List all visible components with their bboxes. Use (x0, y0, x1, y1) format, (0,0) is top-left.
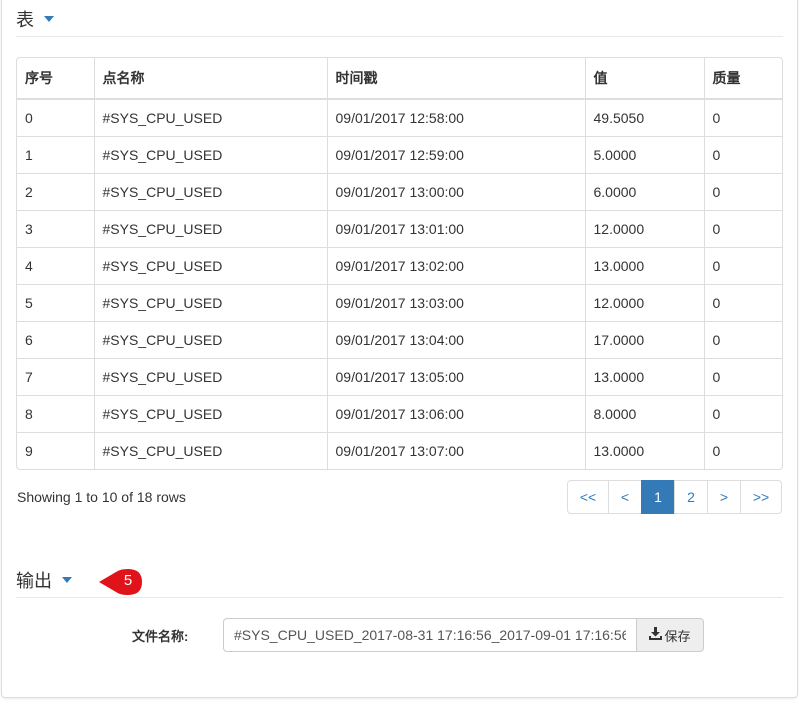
cell-timestamp: 09/01/2017 13:06:00 (327, 395, 586, 433)
cell-point-name: #SYS_CPU_USED (94, 99, 328, 137)
table-header-row: 序号 点名称 时间戳 值 质量 (17, 58, 782, 100)
cell-value: 49.5050 (585, 99, 705, 137)
cell-quality: 0 (704, 395, 782, 433)
cell-point-name: #SYS_CPU_USED (94, 432, 328, 469)
cell-value: 8.0000 (585, 395, 705, 433)
cell-point-name: #SYS_CPU_USED (94, 395, 328, 433)
cell-timestamp: 09/01/2017 13:05:00 (327, 358, 586, 396)
table-section-title: 表 (16, 10, 34, 30)
cell-quality: 0 (704, 358, 782, 396)
step-badge: 5 (98, 568, 144, 596)
cell-point-name: #SYS_CPU_USED (94, 358, 328, 396)
cell-quality: 0 (704, 284, 782, 322)
file-name-label: 文件名称: (132, 629, 189, 644)
cell-value: 6.0000 (585, 173, 705, 211)
column-header-quality[interactable]: 质量 (704, 58, 782, 100)
cell-quality: 0 (704, 321, 782, 359)
cell-value: 12.0000 (585, 284, 705, 322)
cell-index: 8 (17, 395, 95, 433)
table-section-header: 表 (16, 6, 54, 32)
table-row: 7 #SYS_CPU_USED 09/01/2017 13:05:00 13.0000… (17, 358, 782, 396)
data-table: 序号 点名称 时间戳 值 质量 0 #SYS_CPU_USED 09/01/2017… (16, 57, 783, 470)
cell-timestamp: 09/01/2017 13:07:00 (327, 432, 586, 469)
save-button-label: 保存 (664, 628, 691, 644)
cell-timestamp: 09/01/2017 13:01:00 (327, 210, 586, 248)
table-row: 0 #SYS_CPU_USED 09/01/2017 12:58:00 49.5050… (17, 99, 782, 137)
cell-timestamp: 09/01/2017 12:59:00 (327, 136, 586, 174)
caret-down-icon[interactable] (44, 16, 54, 22)
cell-point-name: #SYS_CPU_USED (94, 136, 328, 174)
cell-timestamp: 09/01/2017 13:03:00 (327, 284, 586, 322)
column-header-timestamp[interactable]: 时间戳 (327, 58, 586, 100)
table-row: 8 #SYS_CPU_USED 09/01/2017 13:06:00 8.0000 0 (17, 395, 782, 433)
cell-index: 6 (17, 321, 95, 359)
cell-value: 5.0000 (585, 136, 705, 174)
cell-quality: 0 (704, 173, 782, 211)
pagination: << <1 2 > >> (567, 480, 782, 514)
cell-quality: 0 (704, 210, 782, 248)
cell-index: 9 (17, 432, 95, 469)
table-summary: Showing 1 to 10 of 18 rows (17, 489, 186, 505)
cell-quality: 0 (704, 99, 782, 137)
table-row: 4 #SYS_CPU_USED 09/01/2017 13:02:00 13.0000… (17, 247, 782, 285)
cell-index: 4 (17, 247, 95, 285)
cell-index: 3 (17, 210, 95, 248)
column-header-point-name[interactable]: 点名称 (94, 58, 328, 100)
output-section-title: 输出 (16, 571, 52, 591)
column-header-value[interactable]: 值 (585, 58, 705, 100)
column-header-index[interactable]: 序号 (17, 58, 95, 100)
cell-point-name: #SYS_CPU_USED (94, 247, 328, 285)
page-last-button[interactable]: >> (740, 480, 782, 514)
output-section-header: 输出 (16, 567, 72, 593)
table-row: 9 #SYS_CPU_USED 09/01/2017 13:07:00 13.0000… (17, 432, 782, 469)
page-1-button[interactable]: 1 (641, 480, 675, 514)
page-prev-button[interactable]: < (608, 480, 642, 514)
cell-point-name: #SYS_CPU_USED (94, 284, 328, 322)
download-icon (649, 627, 663, 643)
table-row: 6 #SYS_CPU_USED 09/01/2017 13:04:00 17.0000… (17, 321, 782, 359)
divider (16, 597, 783, 598)
cell-timestamp: 09/01/2017 12:58:00 (327, 99, 586, 137)
table-row: 2 #SYS_CPU_USED 09/01/2017 13:00:00 6.0000 0 (17, 173, 782, 211)
cell-quality: 0 (712, 442, 721, 459)
cell-index: 0 (17, 99, 95, 137)
cell-value: 12.0000 (585, 210, 705, 248)
cell-point-name: #SYS_CPU_USED (94, 173, 328, 211)
file-name-input[interactable] (223, 618, 637, 652)
cell-point-name: #SYS_CPU_USED (94, 321, 328, 359)
cell-quality: 0 (704, 136, 782, 174)
cell-index: 5 (17, 284, 95, 322)
divider (16, 36, 783, 37)
table-row: 1 #SYS_CPU_USED 09/01/2017 12:59:00 5.0000 0 (17, 136, 782, 174)
cell-timestamp: 09/01/2017 13:02:00 (327, 247, 586, 285)
cell-quality: 0 (704, 247, 782, 285)
cell-value: 17.0000 (585, 321, 705, 359)
cell-index: 7 (17, 358, 95, 396)
page-next-button[interactable]: > (707, 480, 741, 514)
cell-timestamp: 09/01/2017 13:04:00 (327, 321, 586, 359)
save-button[interactable]: 保存 (636, 618, 704, 652)
cell-timestamp: 09/01/2017 13:00:00 (327, 173, 586, 211)
cell-point-name: #SYS_CPU_USED (94, 210, 328, 248)
cell-value: 13.0000 (585, 358, 705, 396)
caret-down-icon[interactable] (62, 577, 72, 583)
page-2-button[interactable]: 2 (674, 480, 708, 514)
cell-index: 2 (17, 173, 95, 211)
cell-value: 13.0000 (585, 432, 705, 469)
cell-value: 13.0000 (585, 247, 705, 285)
table-row: 3 #SYS_CPU_USED 09/01/2017 13:01:00 12.0000… (17, 210, 782, 248)
badge-number: 5 (123, 572, 133, 589)
page-first-button[interactable]: << (567, 480, 609, 514)
cell-index: 1 (17, 136, 95, 174)
table-row: 5 #SYS_CPU_USED 09/01/2017 13:03:00 12.0000… (17, 284, 782, 322)
